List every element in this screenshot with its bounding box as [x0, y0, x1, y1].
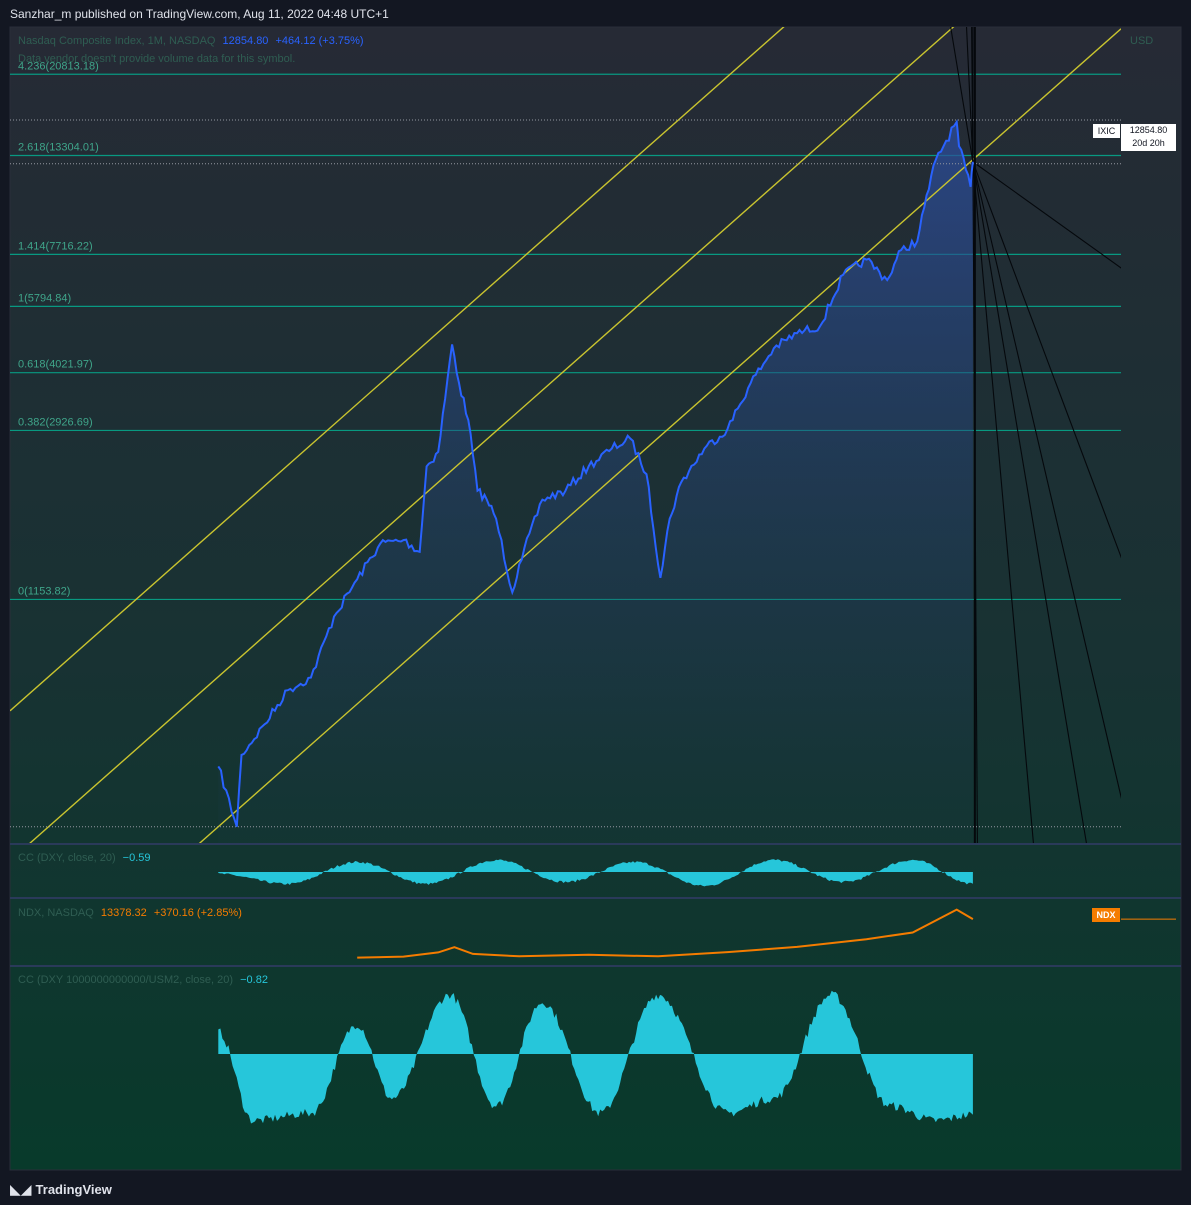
indicator1-title: CC (DXY, close, 20) — [18, 852, 116, 864]
last-price-value: 12854.80 — [1129, 125, 1168, 135]
indicator3-title: CC (DXY 1000000000000/USM2, close, 20) — [18, 974, 234, 986]
main-price: 12854.80 — [222, 35, 269, 47]
fib-level-label: 0.618(4021.97) — [18, 359, 93, 371]
brand-name: TradingView — [35, 1182, 112, 1197]
indicator2-title: NDX, NASDAQ — [18, 907, 94, 919]
main-change: +464.12 (+3.75%) — [275, 35, 364, 47]
bar-countdown: 20d 20h — [1132, 138, 1165, 148]
fib-level-label: 1(5794.84) — [18, 292, 71, 304]
chart-area[interactable]: 0(1153.82) 0.382(2926.69) 0.618(4021.97) 1(… — [0, 0, 1191, 1176]
indicator2-legend[interactable]: NDX, NASDAQ 13378.32 +370.16 (+2.85%) — [18, 907, 242, 919]
fib-level-label: 0(1153.82) — [18, 585, 70, 597]
ndx-badge: NDX — [1092, 908, 1120, 922]
main-symbol: Nasdaq Composite Index, 1M, NASDAQ — [18, 35, 216, 47]
ticker-tag: IXIC — [1093, 124, 1120, 138]
main-legend[interactable]: Nasdaq Composite Index, 1M, NASDAQ 12854… — [18, 35, 364, 47]
axis-unit: USD — [1130, 35, 1154, 47]
indicator1-legend[interactable]: CC (DXY, close, 20) −0.59 — [18, 852, 151, 864]
indicator3-legend[interactable]: CC (DXY 1000000000000/USM2, close, 20) −… — [18, 974, 268, 986]
fib-level-label: 0.382(2926.69) — [18, 416, 93, 428]
fib-level-label: 1.414(7716.22) — [18, 240, 93, 252]
tv-logo-icon: ◣◢ — [10, 1181, 32, 1197]
tradingview-logo[interactable]: ◣◢ TradingView — [10, 1181, 112, 1198]
footer: ◣◢ TradingView — [0, 1176, 1191, 1205]
fib-level-label: 2.618(13304.01) — [18, 142, 99, 154]
indicator1-value: −0.59 — [122, 852, 151, 864]
last-price-label: 12854.80 20d 20h — [1121, 124, 1176, 151]
indicator2-value: 13378.32 — [100, 907, 147, 919]
volume-note: Data vendor doesn't provide volume data … — [18, 53, 296, 65]
indicator2-change: +370.16 (+2.85%) — [153, 907, 242, 919]
indicator3-value: −0.82 — [240, 974, 268, 986]
